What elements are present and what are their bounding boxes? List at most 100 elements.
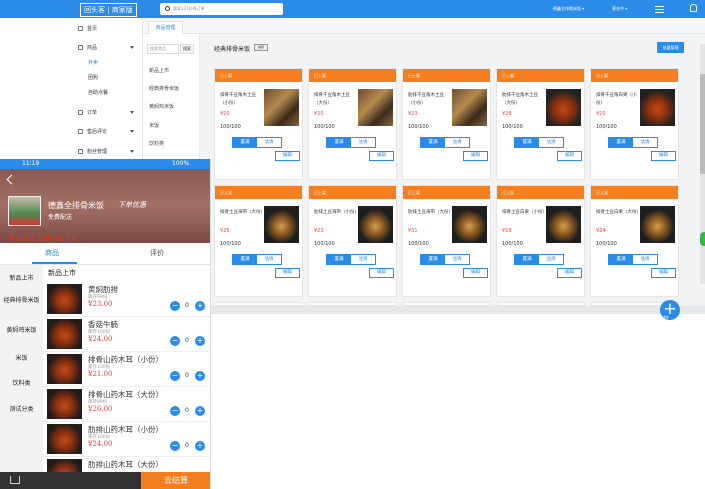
mobile-category-item[interactable]: 饮料类 bbox=[2, 380, 41, 387]
chevron-down-icon bbox=[130, 46, 134, 49]
category-item[interactable]: 经典排骨米饭 bbox=[149, 85, 179, 92]
product-card: 已上架 肋排土豆海带（大份） ¥31 100/100 置满 沽清 编辑 bbox=[402, 185, 491, 297]
category-search-input[interactable]: 搜索商品 bbox=[147, 44, 179, 54]
tab-reviews[interactable]: 评价 bbox=[150, 248, 164, 258]
bell-icon[interactable] bbox=[690, 4, 697, 12]
dish-price: ¥23.00 bbox=[88, 300, 113, 308]
plus-button[interactable]: + bbox=[195, 441, 205, 451]
chevron-down-icon bbox=[130, 111, 134, 114]
sidebar-item-reviews[interactable]: 售后评论 bbox=[87, 128, 107, 135]
sidebar-item-orders[interactable]: 订单 bbox=[87, 109, 97, 116]
sidebar-sub-selfservice[interactable]: 自助点餐 bbox=[88, 89, 108, 96]
minus-button[interactable]: − bbox=[170, 406, 180, 416]
dish-title: 肋排山药木耳（大份） bbox=[88, 460, 163, 469]
product-card: 已上架 肋排干豆角木土豆（大份） ¥28 100/100 置满 沽清 编辑 bbox=[496, 68, 585, 180]
category-item[interactable]: 饮料类 bbox=[149, 140, 164, 147]
plus-button[interactable]: + bbox=[195, 301, 205, 311]
fill-stock-button[interactable]: 置满 bbox=[609, 138, 633, 147]
sidebar-sub-groupbuy[interactable]: 团购 bbox=[88, 74, 98, 81]
dish-price: ¥26.00 bbox=[88, 405, 113, 413]
status-badge: 已上架 bbox=[591, 69, 678, 82]
edit-product-button[interactable]: 编辑 bbox=[275, 268, 300, 278]
fill-stock-button[interactable]: 置满 bbox=[515, 255, 539, 264]
mobile-tabs: 商品 评价 bbox=[0, 243, 210, 265]
edit-product-button[interactable]: 编辑 bbox=[369, 151, 394, 161]
back-icon[interactable] bbox=[6, 174, 17, 185]
category-item[interactable]: 黄焖鸡米饭 bbox=[149, 103, 174, 110]
fill-stock-button[interactable]: 置满 bbox=[233, 255, 257, 264]
product-price: ¥20 bbox=[596, 111, 606, 117]
edit-product-button[interactable]: 编辑 bbox=[463, 151, 488, 161]
sold-out-button[interactable]: 沽清 bbox=[257, 255, 281, 264]
plus-button[interactable]: + bbox=[195, 336, 205, 346]
mobile-category-item[interactable]: 新品上市 bbox=[2, 275, 41, 282]
category-item[interactable]: 米饭 bbox=[149, 122, 159, 129]
minus-button[interactable]: − bbox=[170, 336, 180, 346]
sold-out-button[interactable]: 沽清 bbox=[539, 255, 563, 264]
mobile-category-list: 新品上市 经典排骨米饭 黄焖鸡米饭 米饭 饮料类 测试分类 bbox=[0, 265, 43, 475]
sold-out-button[interactable]: 沽清 bbox=[633, 255, 657, 264]
stock-toggle: 置满 沽清 bbox=[608, 254, 658, 265]
fill-stock-button[interactable]: 置满 bbox=[421, 138, 445, 147]
sidebar-sub-takeout[interactable]: 外卖 bbox=[88, 59, 98, 66]
product-image bbox=[546, 89, 581, 126]
mobile-category-item[interactable]: 米饭 bbox=[2, 355, 41, 362]
fill-stock-button[interactable]: 置满 bbox=[609, 255, 633, 264]
edit-product-button[interactable]: 编辑 bbox=[557, 151, 582, 161]
tab-goods-management[interactable]: 商品管理 bbox=[148, 21, 183, 34]
plus-button[interactable]: + bbox=[195, 406, 205, 416]
edit-product-button[interactable]: 编辑 bbox=[275, 151, 300, 161]
sold-out-button[interactable]: 沽清 bbox=[445, 255, 469, 264]
fill-stock-button[interactable]: 置满 bbox=[327, 255, 351, 264]
sidebar-item-fans[interactable]: 粉丝管理 bbox=[87, 148, 107, 155]
fill-stock-button[interactable]: 置满 bbox=[233, 138, 257, 147]
product-name: 肋排土豆海带（小份） bbox=[314, 210, 359, 215]
tab-indicator bbox=[32, 262, 77, 264]
scrollbar-thumb[interactable] bbox=[700, 74, 705, 174]
checkout-button[interactable]: 去结算 bbox=[141, 472, 210, 489]
edit-product-button[interactable]: 编辑 bbox=[651, 268, 676, 278]
sidebar-item-home[interactable]: 首页 bbox=[87, 25, 97, 32]
category-search-button[interactable]: 搜索 bbox=[180, 44, 194, 54]
product-price: ¥20 bbox=[220, 111, 230, 117]
search-input[interactable]: 搜索121价格订单 bbox=[160, 3, 283, 15]
minus-button[interactable]: − bbox=[170, 301, 180, 311]
business-status-dropdown[interactable]: 营业中 ▾ bbox=[612, 6, 627, 12]
scrollbar[interactable] bbox=[700, 44, 705, 284]
quantity: 0 bbox=[185, 302, 189, 309]
mobile-category-item[interactable]: 黄焖鸡米饭 bbox=[2, 327, 41, 334]
store-selector[interactable]: 德鑫全排骨米饭 ▾ bbox=[553, 6, 584, 12]
product-stock: 100/100 bbox=[502, 241, 523, 247]
minus-button[interactable]: − bbox=[170, 441, 180, 451]
sold-out-button[interactable]: 沽清 bbox=[445, 138, 469, 147]
side-float-tab[interactable] bbox=[700, 232, 705, 246]
plus-button[interactable]: + bbox=[195, 371, 205, 381]
fill-stock-button[interactable]: 置满 bbox=[421, 255, 445, 264]
stock-toggle: 置满 沽清 bbox=[232, 137, 282, 148]
product-card: 已上架 排骨土豆白果（大份） ¥24 100/100 置满 沽清 编辑 bbox=[590, 185, 679, 297]
fill-stock-button[interactable]: 置满 bbox=[327, 138, 351, 147]
fill-stock-button[interactable]: 置满 bbox=[515, 138, 539, 147]
edit-product-button[interactable]: 编辑 bbox=[557, 268, 582, 278]
edit-product-button[interactable]: 编辑 bbox=[651, 151, 676, 161]
cart-icon[interactable] bbox=[10, 476, 20, 484]
mobile-category-item[interactable]: 测试分类 bbox=[2, 406, 41, 413]
sold-out-button[interactable]: 沽清 bbox=[539, 138, 563, 147]
tab-goods[interactable]: 商品 bbox=[45, 248, 59, 258]
sold-out-button[interactable]: 沽清 bbox=[633, 138, 657, 147]
edit-category-button[interactable]: 编辑 bbox=[254, 44, 268, 51]
edit-product-button[interactable]: 编辑 bbox=[369, 268, 394, 278]
product-card: 已上架 排骨土豆海带（大份） ¥25 100/100 置满 沽清 编辑 bbox=[214, 185, 303, 297]
minus-button[interactable]: − bbox=[170, 371, 180, 381]
product-stock: 100/100 bbox=[314, 124, 335, 130]
sold-out-button[interactable]: 沽清 bbox=[351, 138, 375, 147]
mobile-category-item[interactable]: 经典排骨米饭 bbox=[2, 297, 41, 304]
brand-logo[interactable]: 回头客 | 商家版 bbox=[80, 3, 137, 17]
category-item[interactable]: 新品上市 bbox=[149, 67, 169, 74]
menu-icon[interactable] bbox=[655, 4, 664, 13]
sold-out-button[interactable]: 沽清 bbox=[351, 255, 375, 264]
batch-manage-button[interactable]: 批量管理 bbox=[657, 42, 684, 53]
edit-product-button[interactable]: 编辑 bbox=[463, 268, 488, 278]
sold-out-button[interactable]: 沽清 bbox=[257, 138, 281, 147]
sidebar-item-goods[interactable]: 商品 bbox=[87, 44, 97, 51]
